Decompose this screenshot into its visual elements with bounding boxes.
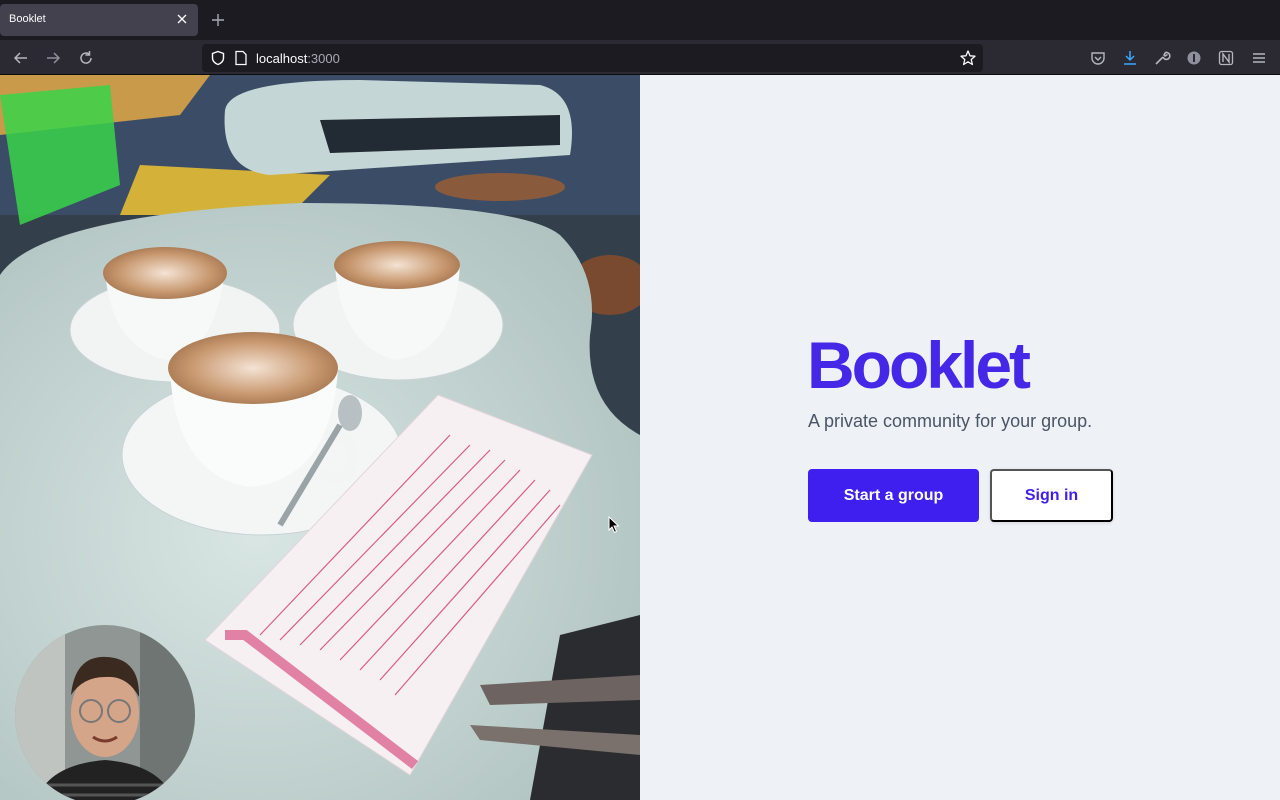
browser-tab-bar: Booklet	[0, 0, 1280, 40]
browser-tab[interactable]: Booklet	[0, 4, 198, 36]
start-group-button[interactable]: Start a group	[808, 469, 979, 522]
star-icon[interactable]	[959, 49, 977, 67]
webcam-person-illustration	[15, 625, 195, 800]
wrench-icon[interactable]	[1153, 49, 1171, 67]
tagline: A private community for your group.	[808, 411, 1093, 431]
pocket-icon[interactable]	[1089, 49, 1107, 67]
page: Booklet A private community for your gro…	[0, 75, 1280, 800]
sign-in-button[interactable]: Sign in	[990, 469, 1113, 522]
shield-icon[interactable]	[210, 50, 226, 66]
tab-title: Booklet	[9, 13, 46, 25]
url-text[interactable]: localhost:3000	[256, 51, 340, 66]
hero-photo	[0, 75, 640, 800]
page-icon[interactable]	[234, 50, 248, 66]
notion-icon[interactable]	[1217, 49, 1235, 67]
webcam-overlay	[15, 625, 195, 800]
hamburger-menu-icon[interactable]	[1250, 49, 1268, 67]
extension-icon[interactable]	[1185, 49, 1203, 67]
new-tab-icon[interactable]	[210, 12, 226, 28]
mouse-cursor-icon	[608, 516, 620, 534]
url-port: :3000	[307, 51, 340, 66]
download-icon[interactable]	[1121, 49, 1139, 67]
close-tab-icon[interactable]	[175, 12, 189, 26]
reload-icon[interactable]	[77, 49, 95, 67]
back-arrow-icon[interactable]	[12, 49, 30, 67]
landing-panel: Booklet A private community for your gro…	[640, 75, 1280, 800]
address-bar[interactable]: localhost:3000	[202, 44, 983, 72]
url-host: localhost	[256, 51, 308, 66]
brand-logo: Booklet	[807, 328, 1031, 402]
browser-nav-bar: localhost:3000	[0, 40, 1280, 75]
forward-arrow-icon[interactable]	[44, 49, 62, 67]
